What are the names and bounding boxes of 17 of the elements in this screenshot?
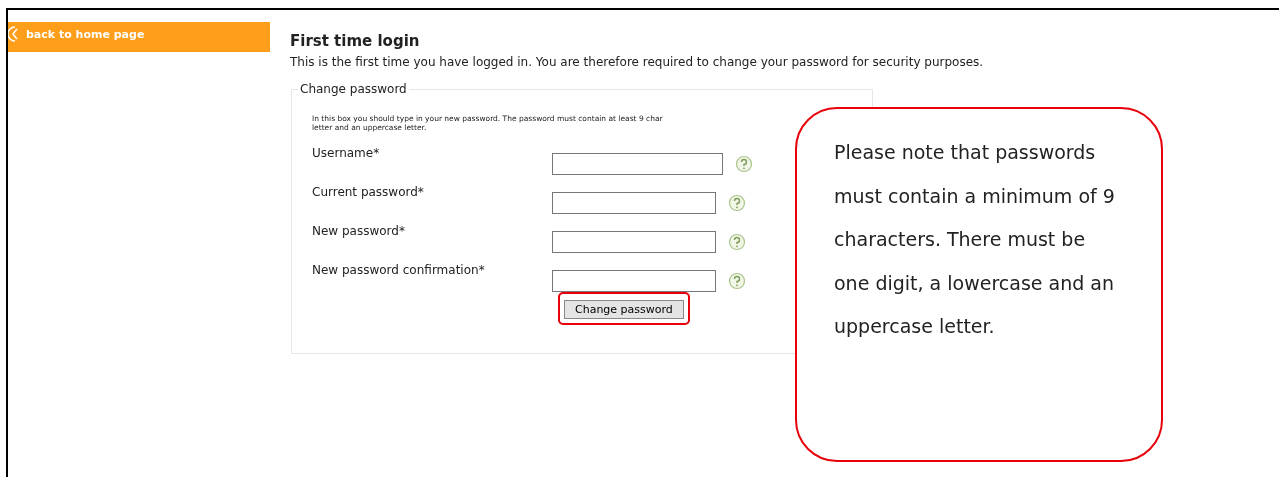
intro-text: This is the first time you have logged in. You are therefore required to change your password for security purposes. [290,54,985,70]
panel-legend: Change password [298,82,409,96]
change-password-button[interactable]: Change password [564,300,684,319]
input-field[interactable] [552,230,716,253]
input-field[interactable] [552,191,716,214]
input-field[interactable] [552,152,723,175]
help-icon[interactable] [735,154,753,173]
field-label: New password confirmation* [312,262,486,277]
input-field[interactable] [552,269,716,292]
help-icon[interactable] [728,193,746,212]
help-icon[interactable] [728,271,746,290]
field-label: Username* [312,145,381,160]
field-label: New password* [312,223,406,238]
field-label: Current password* [312,184,425,199]
page-title: First time login [290,32,421,50]
help-icon[interactable] [728,232,746,251]
callout-note: Please note that passwords must contain a minimum of 9 characters. There must be one digit, a lowercase and an uppercase letter. [795,107,1163,462]
